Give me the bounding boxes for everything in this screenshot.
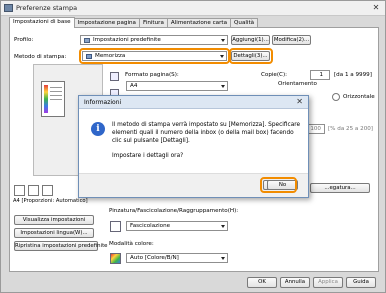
dialog-question: Impostare i dettagli ora? — [112, 153, 184, 159]
chevron-down-icon — [221, 257, 225, 260]
staple-value: Fascicolazione — [130, 223, 171, 229]
color-mode-dropdown[interactable]: Auto [Colore/B/N] — [126, 253, 228, 263]
output-method-label: Metodo di stampa: — [14, 54, 67, 60]
chevron-down-icon — [221, 225, 225, 228]
cancel-button[interactable]: Annulla — [280, 277, 310, 288]
chevron-down-icon — [221, 39, 225, 42]
chevron-down-icon — [221, 85, 225, 88]
title-bar: Preferenze stampa ✕ — [1, 1, 385, 16]
edit-profile-button[interactable]: Modifica(2)... — [272, 35, 311, 45]
copies-label: Copie(C): — [261, 72, 288, 78]
print-preferences-window: Preferenze stampa ✕ Impostazioni di base… — [0, 0, 386, 293]
orientation-label: Orientamento — [278, 81, 317, 87]
color-mode-value: Auto [Colore/B/N] — [130, 255, 179, 261]
view-settings-button[interactable]: Visualizza impostazioni — [14, 215, 94, 225]
dialog-message: Il metodo di stampa verrà impostato su [… — [112, 122, 301, 144]
profile-label: Profilo: — [14, 37, 34, 43]
layout-thumbnail[interactable] — [14, 185, 25, 196]
landscape-label: Orizzontale — [343, 94, 375, 100]
dialog-title: Informazioni — [84, 99, 122, 106]
copies-range: [da 1 a 9999] — [334, 72, 372, 78]
apply-button[interactable]: Applica — [313, 277, 343, 288]
copies-spinner[interactable]: 1 — [310, 70, 330, 80]
staple-label: Pinzatura/Fascicolazione/Raggruppamento(… — [109, 208, 239, 214]
color-strip — [44, 85, 48, 113]
color-mode-label: Modalità colore: — [109, 241, 154, 247]
binding-button[interactable]: ...egatura... — [310, 183, 370, 193]
text-line — [50, 87, 62, 88]
tab-basic-settings[interactable]: Impostazioni di base — [9, 17, 75, 28]
layout-thumbnail[interactable] — [28, 185, 39, 196]
zoom-value: 100 — [310, 126, 321, 132]
page-size-icon — [110, 72, 119, 81]
profile-icon — [84, 38, 90, 43]
profile-dropdown[interactable]: Impostazioni predefinite — [80, 35, 228, 45]
dialog-title-bar: Informazioni ✕ — [79, 96, 308, 109]
details-button[interactable]: Dettagli(3)... — [231, 51, 270, 61]
preview-caption: A4 [Proporzioni: Automatico] — [13, 198, 88, 204]
profile-value: Impostazioni predefinite — [93, 37, 161, 43]
text-line — [50, 99, 62, 100]
ok-button[interactable]: OK — [247, 277, 277, 288]
close-icon[interactable]: ✕ — [296, 97, 303, 107]
collate-icon — [110, 221, 121, 232]
color-mode-icon — [110, 253, 121, 264]
staple-dropdown[interactable]: Fascicolazione — [126, 221, 228, 231]
info-icon: i — [91, 122, 105, 136]
output-method-value: Memorizza — [95, 53, 126, 59]
zoom-range: [% da 25 a 200] — [328, 126, 373, 132]
information-dialog: Informazioni ✕ i Il metodo di stampa ver… — [78, 95, 309, 198]
window-title: Preferenze stampa — [16, 4, 78, 12]
output-method-dropdown[interactable]: Memorizza — [82, 51, 227, 61]
page-size-dropdown[interactable]: A4 — [126, 81, 228, 91]
yes-button-highlight — [260, 177, 297, 193]
chevron-down-icon — [220, 55, 224, 58]
printer-icon — [4, 4, 13, 12]
landscape-radio[interactable] — [332, 93, 340, 101]
copies-value: 1 — [319, 72, 323, 78]
text-line — [50, 91, 62, 92]
text-line — [50, 95, 62, 96]
language-settings-button[interactable]: Impostazioni lingua(W)... — [14, 228, 94, 238]
page-size-value: A4 — [130, 83, 138, 89]
restore-defaults-button[interactable]: Ripristina impostazioni predefinite — [14, 241, 108, 251]
add-profile-button[interactable]: Aggiungi(1)... — [231, 35, 270, 45]
help-button[interactable]: Guida — [346, 277, 376, 288]
layout-thumbnail[interactable] — [42, 185, 53, 196]
document-preview — [41, 81, 65, 117]
page-size-label: Formato pagina(S): — [125, 72, 179, 78]
close-icon[interactable]: ✕ — [371, 3, 381, 12]
store-icon — [86, 54, 92, 59]
